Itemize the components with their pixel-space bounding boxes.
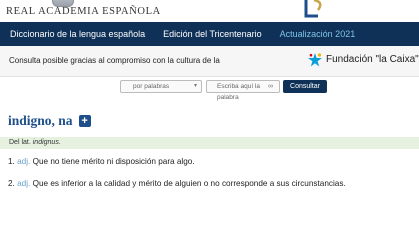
expand-icon[interactable]: + (78, 115, 91, 127)
search-input[interactable]: Escriba aquí la palabra ∞ (206, 80, 280, 101)
search-button[interactable]: Consultar (283, 80, 327, 93)
etymology-latin: indignus. (32, 139, 61, 146)
sponsor-text: Consulta posible gracias al compromiso c… (9, 56, 220, 65)
headword: indigno, na (8, 113, 73, 128)
sense-number: 1. (8, 157, 15, 166)
search-bar: por palabras ▾ Escriba aquí la palabra ∞… (0, 78, 419, 101)
etymology: Del lat. indignus. (9, 139, 61, 146)
sense-1: 1. adj. Que no tiene mérito ni disposici… (8, 157, 195, 166)
nav-diccionario[interactable]: Diccionario de la lengua española (10, 29, 145, 39)
lacaixa-brand-text[interactable]: Fundación "la Caixa" (326, 54, 419, 65)
rae-logo-text[interactable]: REAL ACADEMIA ESPAÑOLA (6, 6, 161, 17)
search-mode-select[interactable]: por palabras ▾ (120, 80, 202, 93)
sense-text: Que es inferior a la calidad y mérito de… (32, 179, 346, 188)
tricentenario-logo-icon[interactable] (300, 0, 330, 20)
clear-icon[interactable]: ∞ (268, 81, 273, 92)
nav-tricentenario[interactable]: Edición del Tricentenario (163, 29, 262, 39)
main-nav: Diccionario de la lengua española Edició… (0, 22, 419, 46)
search-mode-value: por palabras (133, 83, 170, 90)
lacaixa-star-icon (308, 53, 322, 67)
sense-number: 2. (8, 179, 15, 188)
search-placeholder: Escriba aquí la palabra (217, 83, 260, 101)
sponsor-banner: Consulta posible gracias al compromiso c… (0, 46, 419, 77)
sense-abbr-link[interactable]: adj. (17, 179, 30, 188)
etymology-prefix: Del lat. (9, 139, 31, 146)
sense-text: Que no tiene mérito ni disposición para … (32, 157, 195, 166)
nav-actualizacion[interactable]: Actualización 2021 (280, 29, 356, 39)
brand-header: REAL ACADEMIA ESPAÑOLA (0, 0, 419, 22)
sense-abbr-link[interactable]: adj. (17, 157, 30, 166)
etymology-band: Del lat. indignus. (0, 137, 419, 149)
sense-2: 2. adj. Que es inferior a la calidad y m… (8, 179, 346, 188)
chevron-down-icon: ▾ (193, 83, 197, 89)
entry-header: indigno, na + (8, 113, 91, 129)
